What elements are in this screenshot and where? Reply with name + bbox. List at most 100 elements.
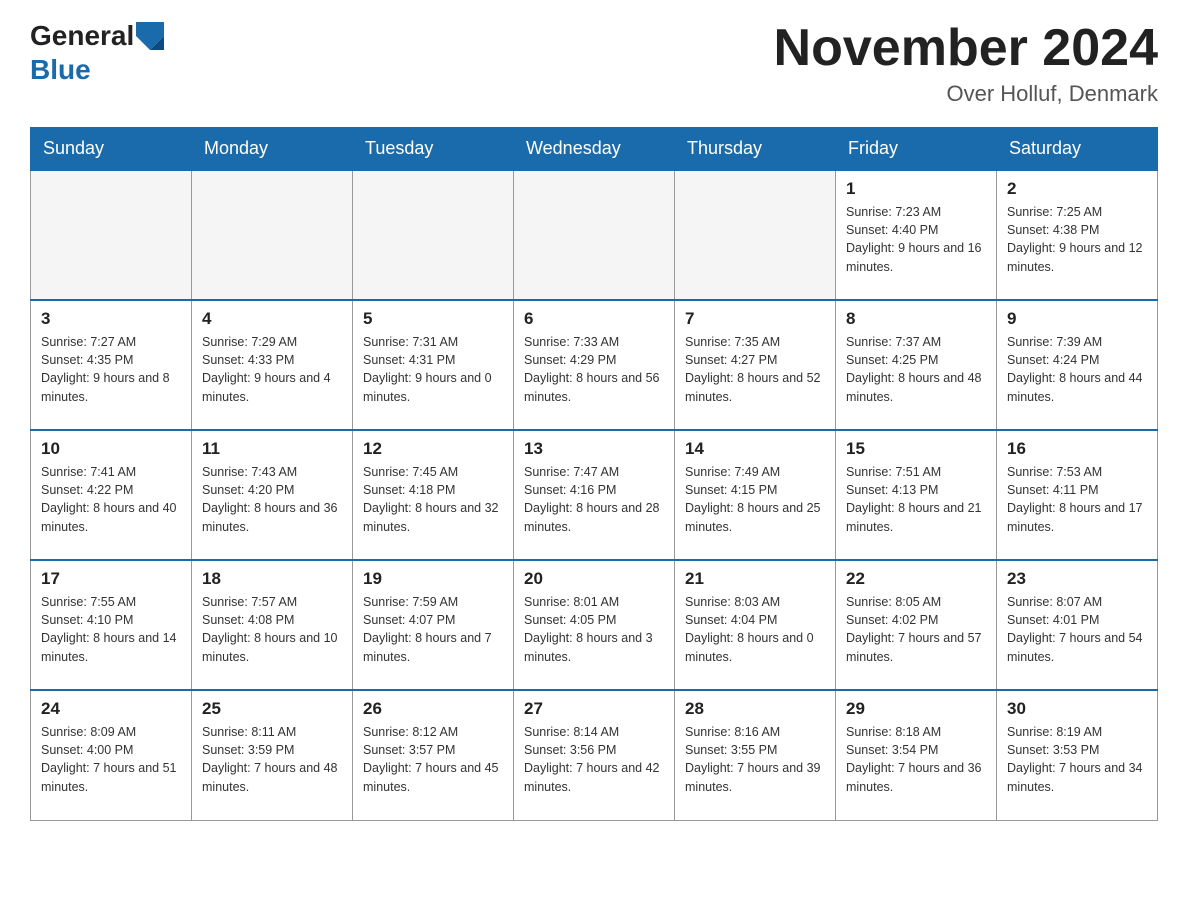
day-info: Sunrise: 7:33 AM Sunset: 4:29 PM Dayligh… (524, 333, 664, 406)
col-sunday: Sunday (31, 128, 192, 171)
calendar-cell: 22 Sunrise: 8:05 AM Sunset: 4:02 PM Dayli… (836, 560, 997, 690)
calendar-cell: 2 Sunrise: 7:25 AM Sunset: 4:38 PM Daylig… (997, 170, 1158, 300)
day-info: Sunrise: 7:23 AM Sunset: 4:40 PM Dayligh… (846, 203, 986, 276)
col-saturday: Saturday (997, 128, 1158, 171)
day-info: Sunrise: 8:01 AM Sunset: 4:05 PM Dayligh… (524, 593, 664, 666)
day-info: Sunrise: 7:47 AM Sunset: 4:16 PM Dayligh… (524, 463, 664, 536)
day-info: Sunrise: 7:49 AM Sunset: 4:15 PM Dayligh… (685, 463, 825, 536)
title-section: November 2024 Over Holluf, Denmark (774, 20, 1158, 107)
day-number: 25 (202, 699, 342, 719)
day-info: Sunrise: 8:05 AM Sunset: 4:02 PM Dayligh… (846, 593, 986, 666)
day-number: 4 (202, 309, 342, 329)
calendar-cell: 9Sunrise: 7:39 AM Sunset: 4:24 PM Daylig… (997, 300, 1158, 430)
calendar-cell: 12 Sunrise: 7:45 AM Sunset: 4:18 PM Dayli… (353, 430, 514, 560)
calendar-cell (353, 170, 514, 300)
day-info: Sunrise: 7:27 AM Sunset: 4:35 PM Dayligh… (41, 333, 181, 406)
page-header: General Blue November 2024 Over Holluf, … (30, 20, 1158, 107)
calendar-cell: 30 Sunrise: 8:19 AM Sunset: 3:53 PM Dayli… (997, 690, 1158, 820)
calendar-cell: 27Sunrise: 8:14 AM Sunset: 3:56 PM Dayli… (514, 690, 675, 820)
calendar-cell: 20 Sunrise: 8:01 AM Sunset: 4:05 PM Dayli… (514, 560, 675, 690)
day-info: Sunrise: 8:19 AM Sunset: 3:53 PM Dayligh… (1007, 723, 1147, 796)
calendar-week-3: 10 Sunrise: 7:41 AM Sunset: 4:22 PM Dayli… (31, 430, 1158, 560)
day-info: Sunrise: 7:43 AM Sunset: 4:20 PM Dayligh… (202, 463, 342, 536)
logo-text-blue: Blue (30, 54, 91, 86)
day-info: Sunrise: 8:11 AM Sunset: 3:59 PM Dayligh… (202, 723, 342, 796)
day-number: 12 (363, 439, 503, 459)
calendar-cell (192, 170, 353, 300)
col-wednesday: Wednesday (514, 128, 675, 171)
calendar-cell: 21Sunrise: 8:03 AM Sunset: 4:04 PM Dayli… (675, 560, 836, 690)
calendar-cell: 28Sunrise: 8:16 AM Sunset: 3:55 PM Dayli… (675, 690, 836, 820)
calendar-cell: 8 Sunrise: 7:37 AM Sunset: 4:25 PM Daylig… (836, 300, 997, 430)
day-info: Sunrise: 7:31 AM Sunset: 4:31 PM Dayligh… (363, 333, 503, 406)
calendar-cell: 14 Sunrise: 7:49 AM Sunset: 4:15 PM Dayli… (675, 430, 836, 560)
day-number: 15 (846, 439, 986, 459)
col-tuesday: Tuesday (353, 128, 514, 171)
logo-text-general: General (30, 20, 134, 52)
day-info: Sunrise: 7:59 AM Sunset: 4:07 PM Dayligh… (363, 593, 503, 666)
day-info: Sunrise: 7:25 AM Sunset: 4:38 PM Dayligh… (1007, 203, 1147, 276)
calendar-title: November 2024 (774, 20, 1158, 77)
day-number: 24 (41, 699, 181, 719)
day-info: Sunrise: 7:45 AM Sunset: 4:18 PM Dayligh… (363, 463, 503, 536)
calendar-cell: 3 Sunrise: 7:27 AM Sunset: 4:35 PM Daylig… (31, 300, 192, 430)
day-info: Sunrise: 7:37 AM Sunset: 4:25 PM Dayligh… (846, 333, 986, 406)
calendar-cell: 23Sunrise: 8:07 AM Sunset: 4:01 PM Dayli… (997, 560, 1158, 690)
calendar-cell: 18Sunrise: 7:57 AM Sunset: 4:08 PM Dayli… (192, 560, 353, 690)
day-number: 13 (524, 439, 664, 459)
day-number: 11 (202, 439, 342, 459)
calendar-cell (675, 170, 836, 300)
calendar-cell: 10 Sunrise: 7:41 AM Sunset: 4:22 PM Dayli… (31, 430, 192, 560)
day-number: 14 (685, 439, 825, 459)
day-number: 9 (1007, 309, 1147, 329)
day-number: 19 (363, 569, 503, 589)
calendar-cell: 1 Sunrise: 7:23 AM Sunset: 4:40 PM Daylig… (836, 170, 997, 300)
day-info: Sunrise: 7:57 AM Sunset: 4:08 PM Dayligh… (202, 593, 342, 666)
calendar-cell: 7 Sunrise: 7:35 AM Sunset: 4:27 PM Daylig… (675, 300, 836, 430)
calendar-table: Sunday Monday Tuesday Wednesday Thursday… (30, 127, 1158, 821)
calendar-cell: 16 Sunrise: 7:53 AM Sunset: 4:11 PM Dayli… (997, 430, 1158, 560)
day-info: Sunrise: 7:53 AM Sunset: 4:11 PM Dayligh… (1007, 463, 1147, 536)
calendar-cell: 25 Sunrise: 8:11 AM Sunset: 3:59 PM Dayli… (192, 690, 353, 820)
day-info: Sunrise: 7:35 AM Sunset: 4:27 PM Dayligh… (685, 333, 825, 406)
day-info: Sunrise: 8:12 AM Sunset: 3:57 PM Dayligh… (363, 723, 503, 796)
calendar-cell: 13 Sunrise: 7:47 AM Sunset: 4:16 PM Dayli… (514, 430, 675, 560)
day-info: Sunrise: 7:41 AM Sunset: 4:22 PM Dayligh… (41, 463, 181, 536)
day-number: 27 (524, 699, 664, 719)
day-number: 6 (524, 309, 664, 329)
day-number: 2 (1007, 179, 1147, 199)
day-info: Sunrise: 7:51 AM Sunset: 4:13 PM Dayligh… (846, 463, 986, 536)
day-number: 21 (685, 569, 825, 589)
day-number: 7 (685, 309, 825, 329)
calendar-week-2: 3 Sunrise: 7:27 AM Sunset: 4:35 PM Daylig… (31, 300, 1158, 430)
day-number: 8 (846, 309, 986, 329)
day-number: 16 (1007, 439, 1147, 459)
calendar-cell (31, 170, 192, 300)
day-number: 22 (846, 569, 986, 589)
calendar-cell: 11 Sunrise: 7:43 AM Sunset: 4:20 PM Dayli… (192, 430, 353, 560)
logo-icon (136, 22, 164, 50)
day-info: Sunrise: 7:55 AM Sunset: 4:10 PM Dayligh… (41, 593, 181, 666)
day-info: Sunrise: 7:29 AM Sunset: 4:33 PM Dayligh… (202, 333, 342, 406)
day-number: 17 (41, 569, 181, 589)
calendar-week-5: 24 Sunrise: 8:09 AM Sunset: 4:00 PM Dayli… (31, 690, 1158, 820)
day-number: 3 (41, 309, 181, 329)
day-number: 23 (1007, 569, 1147, 589)
day-number: 10 (41, 439, 181, 459)
day-number: 5 (363, 309, 503, 329)
calendar-cell: 24 Sunrise: 8:09 AM Sunset: 4:00 PM Dayli… (31, 690, 192, 820)
day-info: Sunrise: 8:09 AM Sunset: 4:00 PM Dayligh… (41, 723, 181, 796)
col-thursday: Thursday (675, 128, 836, 171)
day-number: 1 (846, 179, 986, 199)
day-number: 20 (524, 569, 664, 589)
calendar-cell: 6 Sunrise: 7:33 AM Sunset: 4:29 PM Daylig… (514, 300, 675, 430)
calendar-cell: 19 Sunrise: 7:59 AM Sunset: 4:07 PM Dayli… (353, 560, 514, 690)
calendar-subtitle: Over Holluf, Denmark (774, 81, 1158, 107)
calendar-cell (514, 170, 675, 300)
col-monday: Monday (192, 128, 353, 171)
day-number: 26 (363, 699, 503, 719)
calendar-cell: 17 Sunrise: 7:55 AM Sunset: 4:10 PM Dayli… (31, 560, 192, 690)
calendar-header-row: Sunday Monday Tuesday Wednesday Thursday… (31, 128, 1158, 171)
calendar-cell: 4 Sunrise: 7:29 AM Sunset: 4:33 PM Daylig… (192, 300, 353, 430)
day-number: 30 (1007, 699, 1147, 719)
